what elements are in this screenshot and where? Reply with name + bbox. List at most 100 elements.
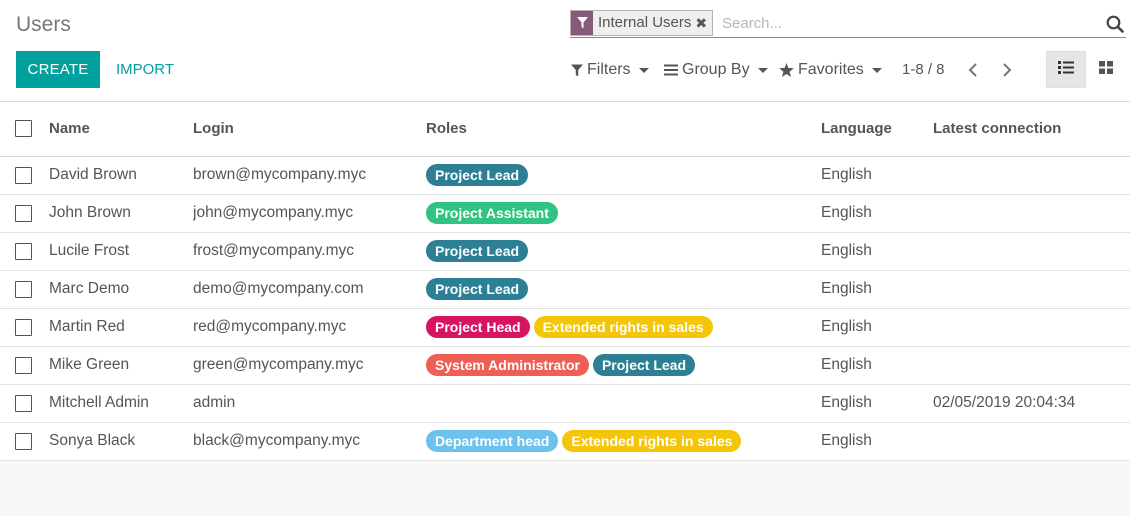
cell-login: brown@mycompany.myc — [193, 166, 367, 183]
cell-roles: Project Lead — [426, 156, 821, 194]
create-button[interactable]: CREATE — [16, 51, 100, 88]
cell-roles: Department head Extended rights in sales — [426, 422, 821, 460]
row-select-cell — [0, 308, 49, 346]
cell-latest-connection — [933, 194, 1130, 232]
role-tag: Project Head — [426, 316, 530, 338]
cell-name: David Brown — [49, 166, 137, 183]
caret-down-icon — [871, 67, 882, 73]
row-select-cell — [0, 194, 49, 232]
cell-roles — [426, 384, 821, 422]
column-header-language[interactable]: Language — [821, 102, 933, 156]
cell-login: admin — [193, 394, 236, 411]
row-checkbox[interactable] — [15, 166, 32, 184]
search-input[interactable] — [722, 12, 1092, 34]
row-select-cell — [0, 232, 49, 270]
cell-latest-connection — [933, 422, 1130, 460]
row-checkbox[interactable] — [15, 204, 32, 222]
control-panel: Users Internal Users ✖ CREATE IMPORT Fil… — [0, 0, 1130, 102]
cell-latest-connection — [933, 308, 1130, 346]
table-row[interactable]: Lucile Frost frost@mycompany.myc Project L… — [0, 232, 1130, 270]
cell-login: frost@mycompany.myc — [193, 242, 355, 259]
search-facet: Internal Users ✖ — [570, 10, 714, 36]
filters-label: Filters — [587, 61, 631, 78]
row-select-cell — [0, 346, 49, 384]
pager-value[interactable]: 1-8 / 8 — [902, 58, 945, 82]
favorites-label: Favorites — [798, 61, 864, 78]
cell-name: Marc Demo — [49, 280, 130, 297]
filters-dropdown[interactable]: Filters — [571, 58, 649, 82]
column-header-login[interactable]: Login — [193, 102, 426, 156]
filter-icon — [571, 11, 593, 35]
table-row[interactable]: Martin Red red@mycompany.myc Project Head E… — [0, 308, 1130, 346]
column-header-name[interactable]: Name — [49, 102, 193, 156]
cell-login: red@mycompany.myc — [193, 318, 347, 335]
cell-name: Martin Red — [49, 318, 125, 335]
star-icon — [779, 63, 794, 77]
table-row[interactable]: Mitchell Admin admin English 02/05/2019 20:… — [0, 384, 1130, 422]
filter-icon — [571, 64, 583, 77]
table-body: David Brown brown@mycompany.myc Project Le… — [0, 156, 1130, 460]
remove-facet-icon[interactable]: ✖ — [695, 11, 712, 35]
group-by-label: Group By — [682, 61, 750, 78]
cell-language: English — [821, 242, 872, 259]
row-select-cell — [0, 270, 49, 308]
cell-login: demo@mycompany.com — [193, 280, 364, 297]
cell-name: Lucile Frost — [49, 242, 130, 259]
list-icon — [1058, 60, 1074, 79]
users-table: Name Login Roles Language Latest connect… — [0, 102, 1130, 461]
kanban-view-button[interactable] — [1086, 51, 1126, 88]
page-title: Users — [16, 13, 71, 36]
import-button[interactable]: IMPORT — [106, 51, 184, 88]
cell-latest-connection — [933, 270, 1130, 308]
cell-latest-connection — [933, 156, 1130, 194]
search-bar: Internal Users ✖ — [570, 8, 1126, 38]
facet-value: Internal Users — [598, 14, 692, 31]
row-checkbox[interactable] — [15, 432, 32, 450]
table-row[interactable]: Mike Green green@mycompany.myc System Admi… — [0, 346, 1130, 384]
search-icon[interactable] — [1104, 13, 1126, 35]
role-tag: Project Lead — [426, 240, 529, 262]
select-all-checkbox[interactable] — [15, 120, 32, 138]
row-checkbox[interactable] — [15, 356, 32, 374]
row-select-cell — [0, 422, 49, 460]
row-select-cell — [0, 156, 49, 194]
column-header-roles[interactable]: Roles — [426, 102, 821, 156]
caret-down-icon — [638, 67, 649, 73]
list-view-button[interactable] — [1046, 51, 1086, 88]
cell-name: Mitchell Admin — [49, 394, 149, 411]
next-page-icon[interactable] — [996, 58, 1018, 82]
role-tag: Extended rights in sales — [562, 430, 742, 452]
row-checkbox[interactable] — [15, 318, 32, 336]
cell-language: English — [821, 166, 872, 183]
cell-language: English — [821, 318, 872, 335]
role-tag: Extended rights in sales — [533, 316, 713, 338]
cell-name: Sonya Black — [49, 432, 136, 449]
table-row[interactable]: Sonya Black black@mycompany.myc Department… — [0, 422, 1130, 460]
role-tag: Project Assistant — [426, 202, 558, 224]
bars-icon — [664, 64, 678, 76]
cell-name: John Brown — [49, 204, 131, 221]
row-checkbox[interactable] — [15, 242, 32, 260]
cell-login: black@mycompany.myc — [193, 432, 361, 449]
cell-latest-connection — [933, 346, 1130, 384]
cell-language: English — [821, 432, 872, 449]
grid-icon — [1099, 60, 1113, 79]
table-row[interactable]: Marc Demo demo@mycompany.com Project Lead E… — [0, 270, 1130, 308]
role-tag: Project Lead — [426, 164, 529, 186]
group-by-dropdown[interactable]: Group By — [664, 58, 768, 82]
table-row[interactable]: David Brown brown@mycompany.myc Project Le… — [0, 156, 1130, 194]
cell-latest-connection — [933, 232, 1130, 270]
row-checkbox[interactable] — [15, 394, 32, 412]
cell-roles: Project Lead — [426, 270, 821, 308]
users-list: Name Login Roles Language Latest connect… — [0, 102, 1130, 461]
cell-latest-connection: 02/05/2019 20:04:34 — [933, 394, 1076, 411]
table-header: Name Login Roles Language Latest connect… — [0, 102, 1130, 156]
cell-name: Mike Green — [49, 356, 130, 373]
cell-roles: Project Assistant — [426, 194, 821, 232]
role-tag: Department head — [426, 430, 559, 452]
previous-page-icon[interactable] — [962, 58, 984, 82]
favorites-dropdown[interactable]: Favorites — [779, 58, 882, 82]
table-row[interactable]: John Brown john@mycompany.myc Project Assi… — [0, 194, 1130, 232]
column-header-latest-connection[interactable]: Latest connection — [933, 102, 1130, 156]
row-checkbox[interactable] — [15, 280, 32, 298]
